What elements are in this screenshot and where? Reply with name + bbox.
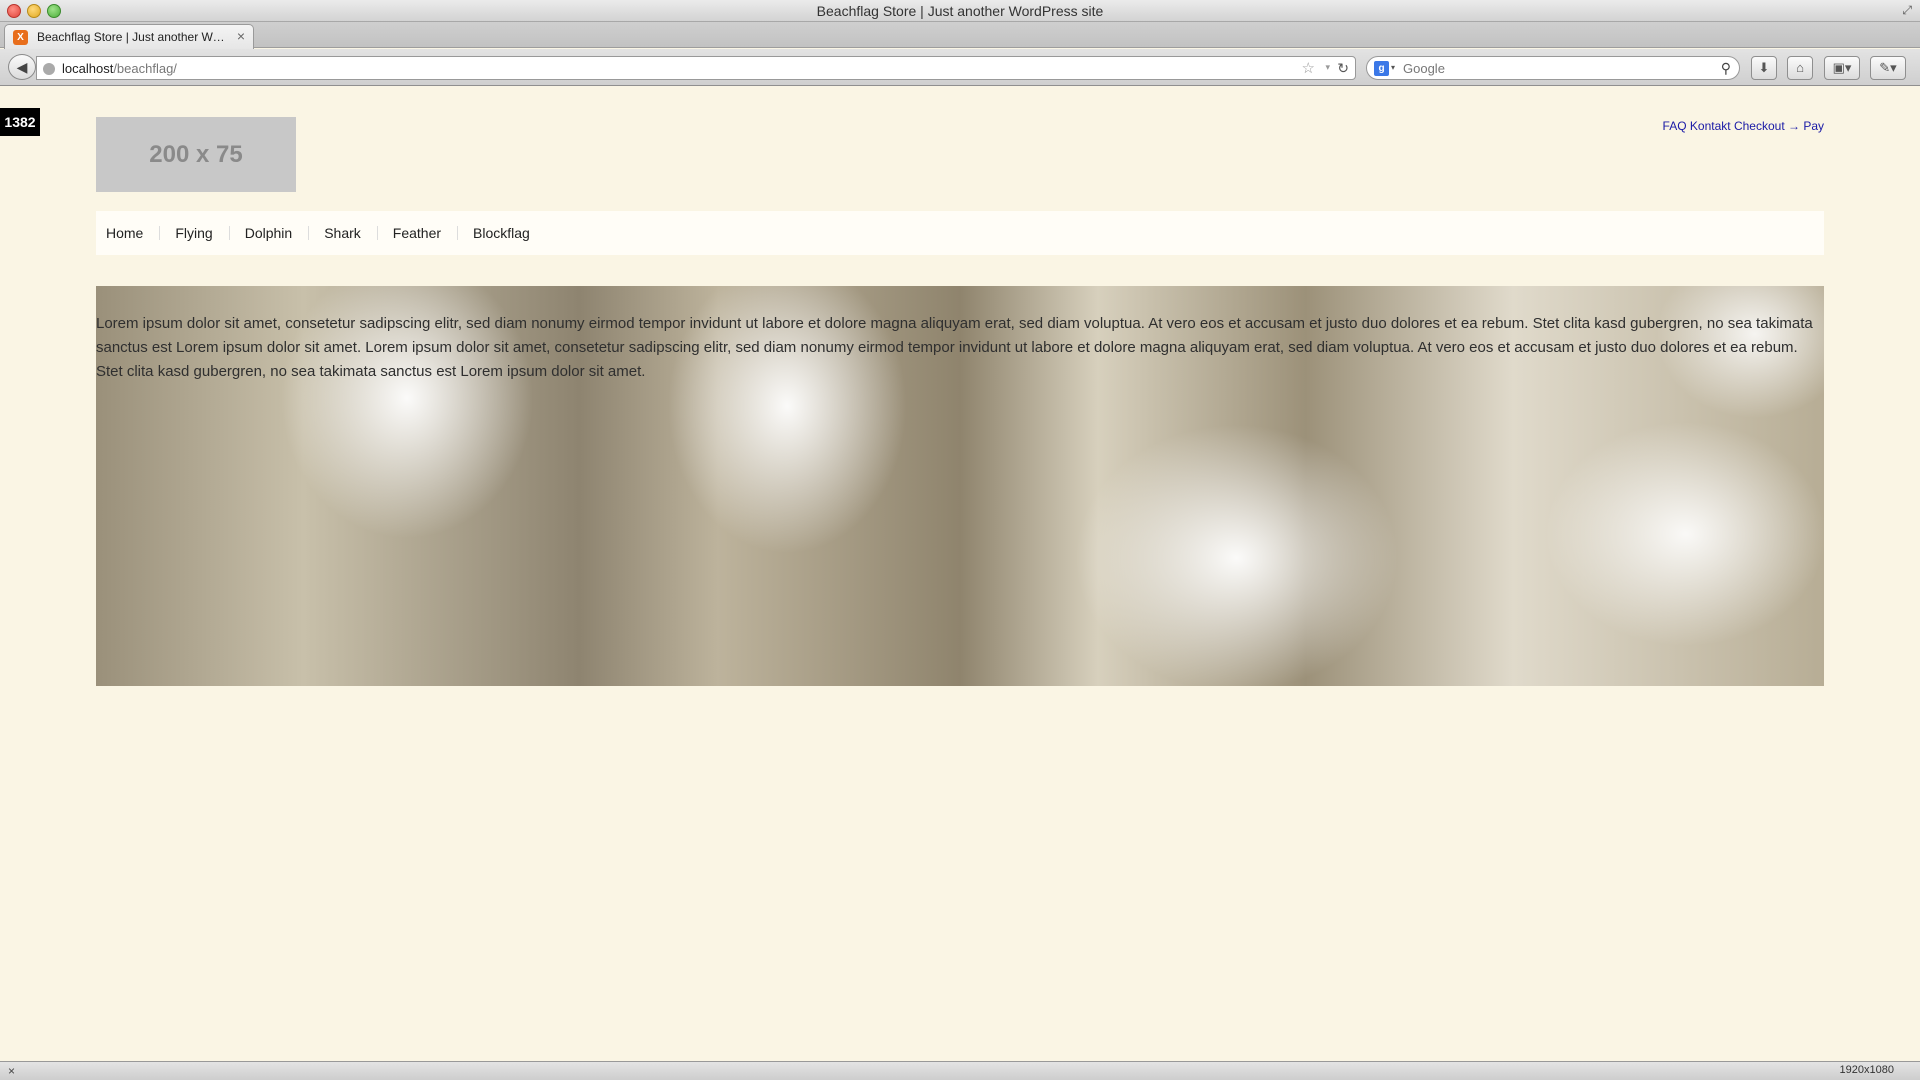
- reload-icon[interactable]: ↻: [1337, 60, 1349, 77]
- primary-navigation: Home Flying Dolphin Shark Feather Blockf…: [96, 211, 1824, 255]
- window-size-readout: 1920x1080: [1839, 1064, 1894, 1076]
- close-tab-icon[interactable]: ×: [237, 28, 245, 44]
- hero-banner-image: Lorem ipsum dolor sit amet, consetetur s…: [96, 286, 1824, 686]
- url-bar[interactable]: localhost/beachflag/ ☆ ▾ ↻: [36, 56, 1356, 80]
- tab-strip: X Beachflag Store | Just another WordPre…: [0, 22, 1920, 49]
- back-button[interactable]: ◀: [8, 54, 36, 80]
- fullscreen-icon[interactable]: ⤢: [1902, 3, 1912, 18]
- nav-item-shark[interactable]: Shark: [308, 211, 377, 255]
- top-links: FAQ Kontakt Checkout → Pay: [1663, 119, 1824, 133]
- nav-item-feather[interactable]: Feather: [376, 211, 457, 255]
- navigation-toolbar: ◀ localhost/beachflag/ ☆ ▾ ↻ g ▾ ⚲ ⬇ ⌂ ▣…: [0, 49, 1920, 86]
- url-host: localhost: [62, 61, 114, 76]
- tab-label: Beachflag Store | Just another WordPress…: [37, 30, 227, 44]
- window-title: Beachflag Store | Just another WordPress…: [816, 3, 1104, 19]
- home-button[interactable]: ⌂: [1787, 56, 1813, 80]
- panel-menu-button[interactable]: ▣▾: [1824, 56, 1860, 80]
- site-identity-icon[interactable]: [43, 63, 55, 75]
- tab-beachflag-store[interactable]: X Beachflag Store | Just another WordPre…: [4, 24, 254, 49]
- counter-badge: 1382: [0, 108, 40, 136]
- close-icon[interactable]: ×: [8, 1064, 15, 1078]
- nav-item-flying[interactable]: Flying: [159, 211, 228, 255]
- site-logo-placeholder[interactable]: 200 x 75: [96, 117, 296, 192]
- url-history-dropdown-icon[interactable]: ▾: [1325, 62, 1330, 73]
- page-content: 1382 200 x 75 FAQ Kontakt Checkout → Pay…: [0, 87, 1920, 1061]
- faq-link[interactable]: FAQ: [1663, 119, 1687, 133]
- xampp-icon: X: [13, 30, 28, 45]
- status-bar: × 1920x1080: [0, 1061, 1920, 1080]
- search-bar[interactable]: g ▾ ⚲: [1366, 56, 1740, 80]
- downloads-button[interactable]: ⬇: [1751, 56, 1777, 80]
- kontakt-link[interactable]: Kontakt: [1690, 119, 1731, 133]
- chevron-down-icon[interactable]: ▾: [1391, 63, 1395, 72]
- google-icon[interactable]: g: [1374, 61, 1389, 76]
- search-icon[interactable]: ⚲: [1721, 60, 1731, 77]
- url-path: /beachflag/: [113, 61, 177, 76]
- hero-text: Lorem ipsum dolor sit amet, consetetur s…: [96, 315, 1813, 380]
- url-text[interactable]: localhost/beachflag/: [62, 61, 177, 76]
- window-title-bar: Beachflag Store | Just another WordPress…: [0, 0, 1920, 22]
- nav-item-blockflag[interactable]: Blockflag: [457, 211, 546, 255]
- checkout-pay-link[interactable]: Checkout → Pay: [1734, 119, 1824, 133]
- nav-item-home[interactable]: Home: [96, 211, 159, 255]
- nav-item-dolphin[interactable]: Dolphin: [228, 211, 308, 255]
- tools-menu-button[interactable]: ✎▾: [1870, 56, 1906, 80]
- bookmark-star-icon[interactable]: ☆: [1302, 59, 1315, 77]
- search-input[interactable]: [1401, 59, 1701, 77]
